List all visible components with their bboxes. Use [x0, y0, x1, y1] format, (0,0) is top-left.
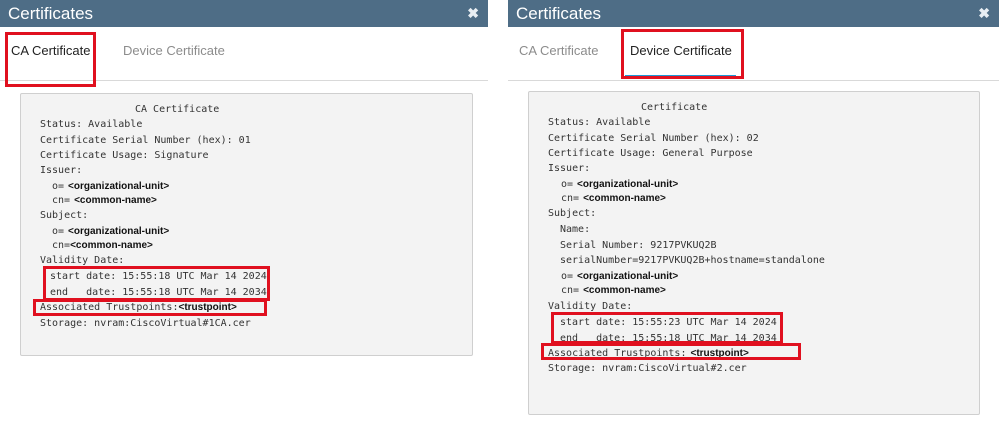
- cert-heading: CA Certificate: [135, 104, 220, 115]
- dialog-titlebar: Certificates ✖: [508, 0, 999, 27]
- cert-status: Status: Available: [40, 119, 143, 130]
- subject-name-label: Name:: [560, 224, 591, 235]
- highlight-ca-tab: [5, 32, 96, 87]
- storage: Storage: nvram:CiscoVirtual#1CA.cer: [40, 318, 251, 329]
- highlight-validity: [551, 312, 783, 344]
- highlight-validity: [43, 266, 270, 301]
- certificates-dialog-ca: Certificates ✖ CA Certificate Device Cer…: [0, 0, 488, 423]
- highlight-trustpoint: [33, 299, 267, 316]
- highlight-device-tab: [621, 29, 744, 79]
- close-icon[interactable]: ✖: [978, 5, 990, 22]
- cert-serial: Certificate Serial Number (hex): 01: [40, 135, 251, 146]
- tab-bar: CA Certificate Device Certificate: [508, 27, 999, 81]
- issuer-label: Issuer:: [548, 163, 591, 174]
- subject-cn: cn=<common-name>: [561, 285, 666, 296]
- validity-label: Validity Date:: [548, 301, 633, 312]
- subject-label: Subject:: [548, 208, 597, 219]
- ca-certificate-details: CA Certificate Status: Available Certifi…: [20, 93, 473, 356]
- subject-serial-number: Serial Number: 9217PVKUQ2B: [560, 240, 717, 251]
- subject-serial-hostname: serialNumber=9217PVKUQ2B+hostname=standa…: [560, 255, 825, 266]
- issuer-org: o= <organizational-unit>: [561, 179, 679, 190]
- validity-label: Validity Date:: [40, 255, 125, 266]
- device-certificate-details: Certificate Status: Available Certificat…: [528, 91, 980, 415]
- cert-usage: Certificate Usage: General Purpose: [548, 148, 753, 159]
- cert-heading: Certificate: [641, 102, 708, 113]
- tab-device-certificate[interactable]: Device Certificate: [123, 43, 225, 58]
- storage: Storage: nvram:CiscoVirtual#2.cer: [548, 363, 747, 374]
- tab-ca-certificate[interactable]: CA Certificate: [519, 43, 598, 58]
- issuer-label: Issuer:: [40, 165, 83, 176]
- issuer-cn: cn= <common-name>: [561, 193, 666, 204]
- dialog-titlebar: Certificates ✖: [0, 0, 488, 27]
- subject-label: Subject:: [40, 210, 89, 221]
- dialog-title: Certificates: [516, 3, 602, 23]
- issuer-org: o= <organizational-unit>: [52, 181, 170, 192]
- cert-usage: Certificate Usage: Signature: [40, 150, 209, 161]
- highlight-trustpoint: [541, 343, 801, 360]
- subject-cn: cn=<common-name>: [52, 240, 153, 251]
- dialog-title: Certificates: [8, 3, 94, 23]
- certificates-dialog-device: Certificates ✖ CA Certificate Device Cer…: [508, 0, 999, 423]
- cert-status: Status: Available: [548, 117, 651, 128]
- cert-serial: Certificate Serial Number (hex): 02: [548, 133, 759, 144]
- subject-org: o= <organizational-unit>: [561, 271, 679, 282]
- close-icon[interactable]: ✖: [467, 5, 479, 22]
- issuer-cn: cn= <common-name>: [52, 195, 157, 206]
- subject-org: o= <organizational-unit>: [52, 226, 170, 237]
